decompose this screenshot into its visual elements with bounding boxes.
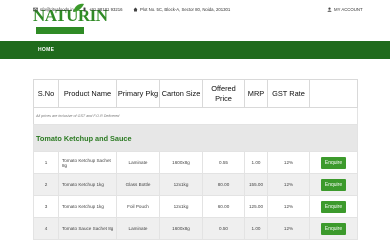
cell-offered-price: 0.55 xyxy=(202,151,245,174)
cell-action: Enquire xyxy=(309,217,358,240)
user-icon xyxy=(327,7,332,12)
phone-text: +91 98181 93216 xyxy=(89,6,123,12)
col-sno: S.No xyxy=(33,79,59,108)
cell-carton-size: 12x1kg xyxy=(159,195,203,218)
col-offered-price: Offered Price xyxy=(202,79,245,108)
cell-carton-size: 1600x8g xyxy=(159,151,203,174)
enquire-button[interactable]: Enquire xyxy=(321,156,346,169)
logo-tagline-bar xyxy=(36,27,84,34)
phone-icon xyxy=(83,7,86,11)
enquire-button[interactable]: Enquire xyxy=(321,178,346,191)
col-mrp: MRP xyxy=(244,79,268,108)
col-carton-size: Carton Size xyxy=(159,79,203,108)
cell-mrp: 155.00 xyxy=(244,173,268,196)
table-row: 2 Tomato Ketchup 1kg Glass Bottle 12x1kg… xyxy=(33,173,358,196)
cell-product-name: Tomato Sauce Sachet 8g xyxy=(58,217,117,240)
email-text: nfo@rituafoods.in xyxy=(40,6,74,12)
mail-icon xyxy=(33,7,38,11)
cell-primary-pkg: Glass Bottle xyxy=(116,173,160,196)
cell-primary-pkg: Laminate xyxy=(116,151,160,174)
cell-carton-size: 1600x8g xyxy=(159,217,203,240)
cell-sno: 3 xyxy=(33,195,59,218)
contact-phone[interactable]: +91 98181 93216 xyxy=(82,4,123,14)
address-text: Plot No. 5C, Block-A, Sector 80, Noida, … xyxy=(140,6,231,12)
cell-product-name: Tomato Ketchup Sachet 8g xyxy=(58,151,117,174)
table-row: 4 Tomato Sauce Sachet 8g Laminate 1600x8… xyxy=(33,217,358,240)
cell-action: Enquire xyxy=(309,173,358,196)
cell-gst-rate: 12% xyxy=(267,173,310,196)
col-gst-rate: GST Rate xyxy=(267,79,310,108)
col-product-name: Product Name xyxy=(58,79,117,108)
top-header: NATURIN nfo@rituafoods.in +91 98181 9321… xyxy=(0,0,390,41)
cell-gst-rate: 12% xyxy=(267,151,310,174)
contact-email[interactable]: nfo@rituafoods.in xyxy=(33,4,74,14)
col-primary-pkg: Primary Pkg xyxy=(116,79,160,108)
cell-gst-rate: 12% xyxy=(267,195,310,218)
table-header-row: S.No Product Name Primary Pkg Carton Siz… xyxy=(33,79,358,108)
price-note-row: All prices are inclusive of GST and F.O.… xyxy=(33,107,358,125)
nav-home[interactable]: HOME xyxy=(38,41,54,59)
cell-carton-size: 12x1kg xyxy=(159,173,203,196)
enquire-button[interactable]: Enquire xyxy=(321,222,346,235)
contact-address: Plot No. 5C, Block-A, Sector 80, Noida, … xyxy=(133,4,230,14)
cell-offered-price: 80.00 xyxy=(202,173,245,196)
cell-sno: 2 xyxy=(33,173,59,196)
cell-mrp: 125.00 xyxy=(244,195,268,218)
price-note: All prices are inclusive of GST and F.O.… xyxy=(33,107,358,125)
price-table: S.No Product Name Primary Pkg Carton Siz… xyxy=(33,79,358,240)
cell-action: Enquire xyxy=(309,195,358,218)
cell-offered-price: 0.50 xyxy=(202,217,245,240)
price-list: S.No Product Name Primary Pkg Carton Siz… xyxy=(33,79,358,240)
cell-sno: 1 xyxy=(33,151,59,174)
my-account-label: MY ACCOUNT xyxy=(334,6,363,12)
home-icon xyxy=(133,7,138,11)
cell-primary-pkg: Foil Pouch xyxy=(116,195,160,218)
main-nav: HOME xyxy=(0,41,390,59)
cell-sno: 4 xyxy=(33,217,59,240)
cell-action: Enquire xyxy=(309,151,358,174)
cell-mrp: 1.00 xyxy=(244,217,268,240)
table-row: 3 Tomato Ketchup 1kg Foil Pouch 12x1kg 6… xyxy=(33,195,358,218)
my-account-link[interactable]: MY ACCOUNT xyxy=(327,4,363,14)
enquire-button[interactable]: Enquire xyxy=(321,200,346,213)
col-action xyxy=(309,79,358,108)
cell-primary-pkg: Laminate xyxy=(116,217,160,240)
cell-gst-rate: 12% xyxy=(267,217,310,240)
cell-product-name: Tomato Ketchup 1kg xyxy=(58,195,117,218)
category-row: Tomato Ketchup and Sauce xyxy=(33,124,358,152)
cell-offered-price: 60.00 xyxy=(202,195,245,218)
category-title: Tomato Ketchup and Sauce xyxy=(33,124,358,152)
table-row: 1 Tomato Ketchup Sachet 8g Laminate 1600… xyxy=(33,151,358,174)
cell-product-name: Tomato Ketchup 1kg xyxy=(58,173,117,196)
cell-mrp: 1.00 xyxy=(244,151,268,174)
